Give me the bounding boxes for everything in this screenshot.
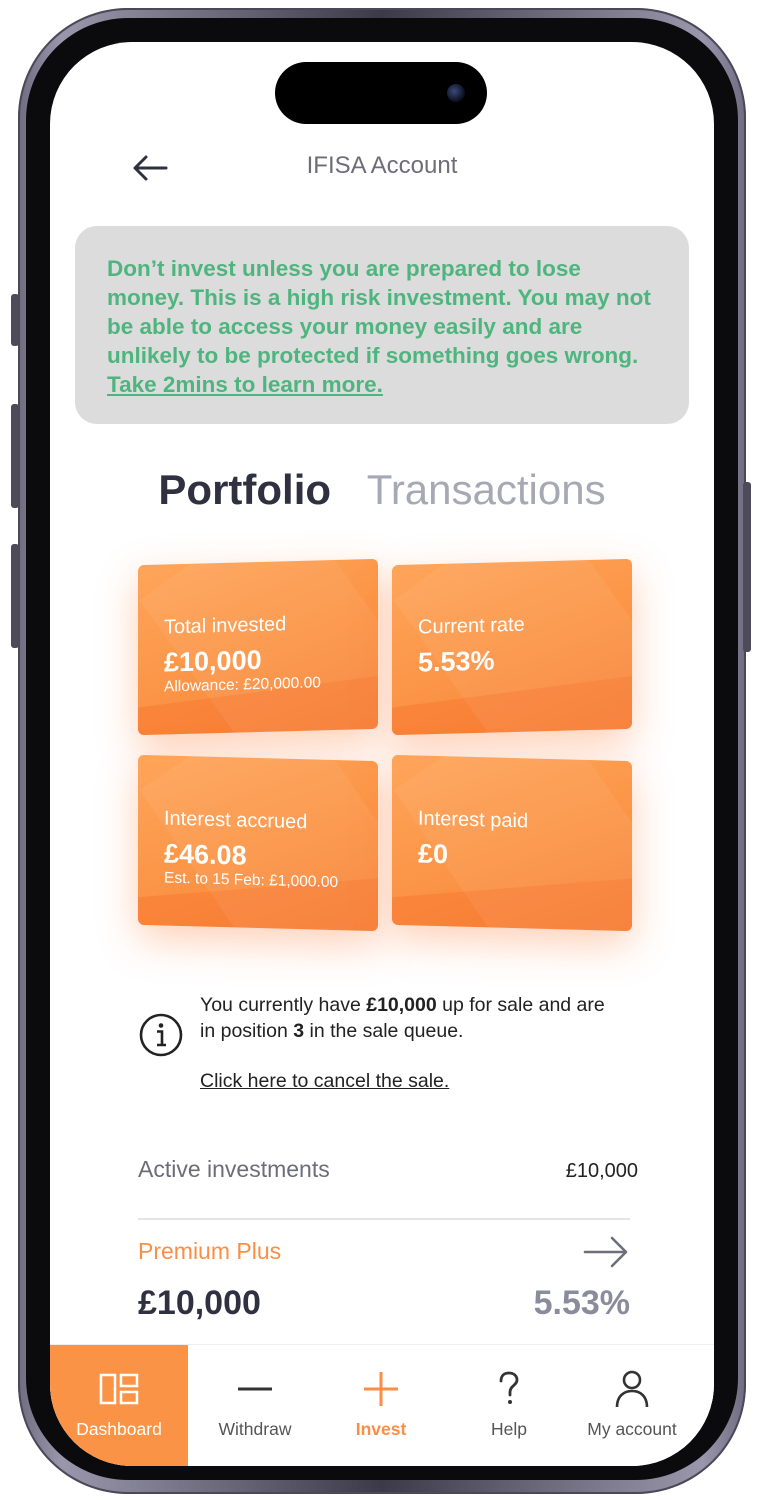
queue-position: 3: [293, 1020, 305, 1042]
nav-withdraw[interactable]: Withdraw: [188, 1345, 322, 1466]
page-title: IFISA Account: [306, 152, 458, 179]
card-value: £0: [418, 838, 449, 870]
volume-up-button: [11, 404, 19, 508]
nav-my-account[interactable]: My account: [570, 1345, 694, 1466]
card-label: Current rate: [418, 613, 525, 639]
info-text-part: in the sale queue.: [304, 1020, 464, 1042]
investment-amount: £10,000: [138, 1284, 261, 1322]
app-screen: IFISA Account Don’t invest unless you ar…: [50, 42, 714, 1466]
card-total-invested: Total invested £10,000 Allowance: £20,00…: [138, 558, 378, 736]
action-button: [11, 294, 19, 346]
nav-label: Dashboard: [76, 1419, 162, 1439]
info-icon: [139, 1013, 183, 1057]
learn-more-link[interactable]: Take 2mins to learn more.: [107, 372, 383, 397]
nav-invest[interactable]: Invest: [322, 1345, 440, 1466]
card-label: Total invested: [164, 613, 287, 639]
investment-name: Premium Plus: [138, 1238, 282, 1264]
risk-warning-text: Don’t invest unless you are prepared to …: [107, 256, 651, 368]
card-value: 5.53%: [418, 645, 495, 678]
bottom-nav: Dashboard Withdraw Invest Help My accoun…: [50, 1344, 714, 1466]
active-investments-amount: £10,000: [565, 1160, 638, 1182]
cancel-sale-link[interactable]: Click here to cancel the sale.: [200, 1070, 449, 1093]
nav-help[interactable]: Help: [450, 1345, 568, 1466]
card-current-rate: Current rate 5.53%: [392, 558, 632, 736]
arrow-right-icon: [583, 1236, 628, 1268]
plus-icon: [364, 1372, 398, 1406]
investment-item[interactable]: Premium Plus £10,000 5.53%: [138, 1234, 630, 1344]
investment-rate: 5.53%: [533, 1284, 630, 1322]
tab-portfolio[interactable]: Portfolio: [158, 466, 331, 514]
dashboard-icon: [99, 1373, 139, 1405]
nav-label: My account: [587, 1419, 677, 1439]
question-icon: [499, 1371, 519, 1404]
camera-icon: [447, 84, 465, 102]
card-interest-paid: Interest paid £0: [392, 754, 632, 932]
nav-label: Withdraw: [218, 1419, 292, 1439]
card-label: Interest paid: [418, 807, 529, 833]
tab-bar: Portfolio Transactions: [50, 466, 714, 514]
summary-cards: Total invested £10,000 Allowance: £20,00…: [138, 558, 634, 934]
volume-down-button: [11, 544, 19, 648]
header: IFISA Account: [50, 138, 714, 198]
risk-warning-banner: Don’t invest unless you are prepared to …: [75, 226, 689, 424]
nav-dashboard[interactable]: Dashboard: [50, 1345, 188, 1466]
minus-icon: [238, 1387, 272, 1391]
dynamic-island: [275, 62, 487, 124]
nav-label: Invest: [355, 1419, 407, 1439]
nav-label: Help: [491, 1419, 527, 1439]
card-label: Interest accrued: [164, 807, 308, 834]
info-text-part: You currently have: [200, 994, 367, 1016]
sale-amount: £10,000: [366, 994, 437, 1016]
active-investments-label: Active investments: [138, 1156, 330, 1182]
user-icon: [615, 1370, 649, 1408]
power-button: [743, 482, 751, 652]
tab-transactions[interactable]: Transactions: [367, 466, 606, 514]
divider: [138, 1218, 630, 1220]
card-interest-accrued: Interest accrued £46.08 Est. to 15 Feb: …: [138, 754, 378, 932]
sale-info-text: You currently have £10,000 up for sale a…: [200, 992, 620, 1044]
active-investments-row: Active investments £10,000: [138, 1156, 638, 1196]
